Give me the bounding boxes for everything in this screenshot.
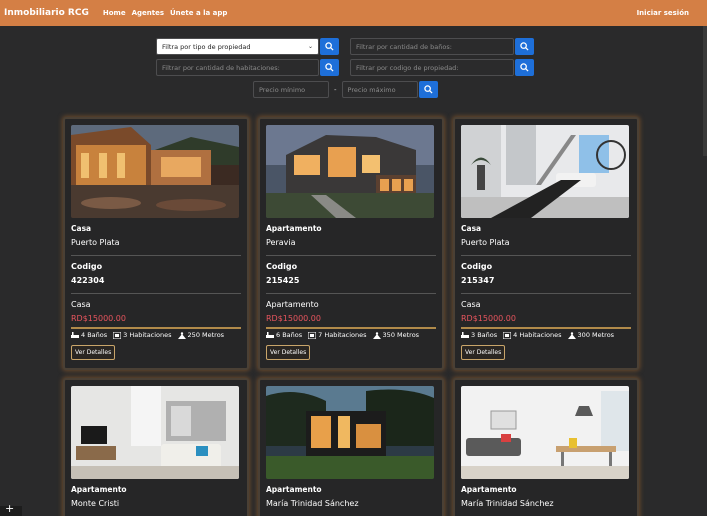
search-icon	[325, 42, 334, 51]
code-label: Codigo	[461, 262, 493, 271]
bed-icon	[308, 331, 317, 339]
property-category: Casa	[461, 300, 481, 309]
divider	[266, 327, 436, 329]
search-icon	[520, 63, 529, 72]
property-type: Apartamento	[266, 224, 322, 233]
rooms-filter-input[interactable]: Filtrar por cantidad de habitaciones:	[156, 59, 319, 76]
bed-icon	[113, 331, 122, 339]
property-category: Casa	[71, 300, 91, 309]
baths-count: 3 Baños	[471, 331, 498, 339]
nav-home[interactable]: Home	[103, 9, 126, 17]
property-code: 215425	[266, 276, 300, 285]
search-rooms-button[interactable]	[320, 59, 339, 76]
navbar: Inmobiliario RCG Home Agentes Únete a la…	[0, 0, 707, 26]
property-photo[interactable]	[461, 125, 629, 218]
bath-icon	[71, 331, 79, 338]
property-category: Apartamento	[266, 300, 319, 309]
search-bathrooms-button[interactable]	[515, 38, 534, 55]
divider	[461, 293, 631, 294]
view-details-button[interactable]: Ver Detalles	[461, 345, 506, 360]
baths-count: 4 Baños	[81, 331, 108, 339]
code-label: Codigo	[266, 262, 298, 271]
size-value: 300 Metros	[577, 331, 615, 339]
property-city: María Trinidad Sánchez	[266, 499, 359, 508]
area-icon	[372, 331, 381, 339]
property-card: Apartamento Peravia Codigo 215425 Aparta…	[258, 117, 444, 370]
view-details-button[interactable]: Ver Detalles	[71, 345, 116, 360]
code-label: Codigo	[71, 262, 103, 271]
search-icon	[325, 63, 334, 72]
property-city: Peravia	[266, 238, 296, 247]
property-card: Casa Puerto Plata Codigo 422304 Casa RD$…	[63, 117, 249, 370]
property-card: Apartamento Monte Cristi	[63, 378, 249, 516]
min-price-input[interactable]: Precio mínimo	[253, 81, 329, 98]
chevron-down-icon: ⌄	[307, 43, 313, 50]
max-price-input[interactable]: Precio máximo	[341, 81, 418, 98]
nav-join-app[interactable]: Únete a la app	[170, 9, 227, 17]
property-features: 3 Baños 4 Habitaciones 300 Metros	[461, 331, 631, 339]
property-price: RD$15000.00	[461, 314, 516, 323]
divider	[71, 255, 241, 256]
code-filter-input[interactable]: Filtrar por codigo de propiedad:	[350, 59, 514, 76]
size-value: 350 Metros	[382, 331, 420, 339]
bed-icon	[503, 331, 512, 339]
nav-agents[interactable]: Agentes	[132, 9, 164, 17]
property-card: Apartamento María Trinidad Sánchez	[453, 378, 639, 516]
property-type: Apartamento	[71, 485, 127, 494]
search-code-button[interactable]	[515, 59, 534, 76]
property-city: Puerto Plata	[71, 238, 120, 247]
property-city: Puerto Plata	[461, 238, 510, 247]
property-type-select[interactable]: Filtra por tipo de propiedad ⌄	[156, 38, 319, 55]
property-card: Apartamento María Trinidad Sánchez	[258, 378, 444, 516]
divider	[266, 255, 436, 256]
search-price-button[interactable]	[418, 81, 438, 98]
baths-count: 6 Baños	[276, 331, 303, 339]
property-code: 215347	[461, 276, 495, 285]
bathrooms-filter-input[interactable]: Filtrar por cantidad de baños:	[350, 38, 514, 55]
area-icon	[567, 331, 576, 339]
property-type: Apartamento	[461, 485, 517, 494]
property-price: RD$15000.00	[71, 314, 126, 323]
property-features: 6 Baños 7 Habitaciones 350 Metros	[266, 331, 436, 339]
search-type-button[interactable]	[320, 38, 339, 55]
bath-icon	[266, 331, 274, 338]
property-price: RD$15000.00	[266, 314, 321, 323]
rooms-count: 3 Habitaciones	[123, 331, 172, 339]
divider	[266, 293, 436, 294]
rooms-count: 7 Habitaciones	[318, 331, 367, 339]
divider	[71, 293, 241, 294]
divider	[461, 327, 631, 329]
property-type: Apartamento	[266, 485, 322, 494]
property-city: María Trinidad Sánchez	[461, 499, 554, 508]
search-icon	[423, 85, 433, 94]
view-details-button[interactable]: Ver Detalles	[266, 345, 311, 360]
size-value: 250 Metros	[187, 331, 225, 339]
property-photo[interactable]	[461, 386, 629, 479]
property-photo[interactable]	[266, 386, 434, 479]
divider	[461, 255, 631, 256]
property-type: Casa	[71, 224, 92, 233]
property-card: Casa Puerto Plata Codigo 215347 Casa RD$…	[453, 117, 639, 370]
search-icon	[520, 42, 529, 51]
bath-icon	[461, 331, 469, 338]
property-features: 4 Baños 3 Habitaciones 250 Metros	[71, 331, 241, 339]
area-icon	[177, 331, 186, 339]
brand-logo[interactable]: Inmobiliario RCG	[4, 8, 89, 18]
property-type-select-value: Filtra por tipo de propiedad	[162, 42, 251, 51]
property-type: Casa	[461, 224, 482, 233]
property-code: 422304	[71, 276, 105, 285]
rooms-count: 4 Habitaciones	[513, 331, 562, 339]
login-link[interactable]: Iniciar sesión	[637, 9, 689, 17]
property-photo[interactable]	[71, 125, 239, 218]
property-photo[interactable]	[71, 386, 239, 479]
divider	[71, 327, 241, 329]
price-range-separator: -	[334, 85, 337, 94]
plus-icon[interactable]: +	[0, 502, 22, 516]
property-city: Monte Cristi	[71, 499, 120, 508]
property-photo[interactable]	[266, 125, 434, 218]
scrollbar[interactable]	[703, 26, 707, 156]
